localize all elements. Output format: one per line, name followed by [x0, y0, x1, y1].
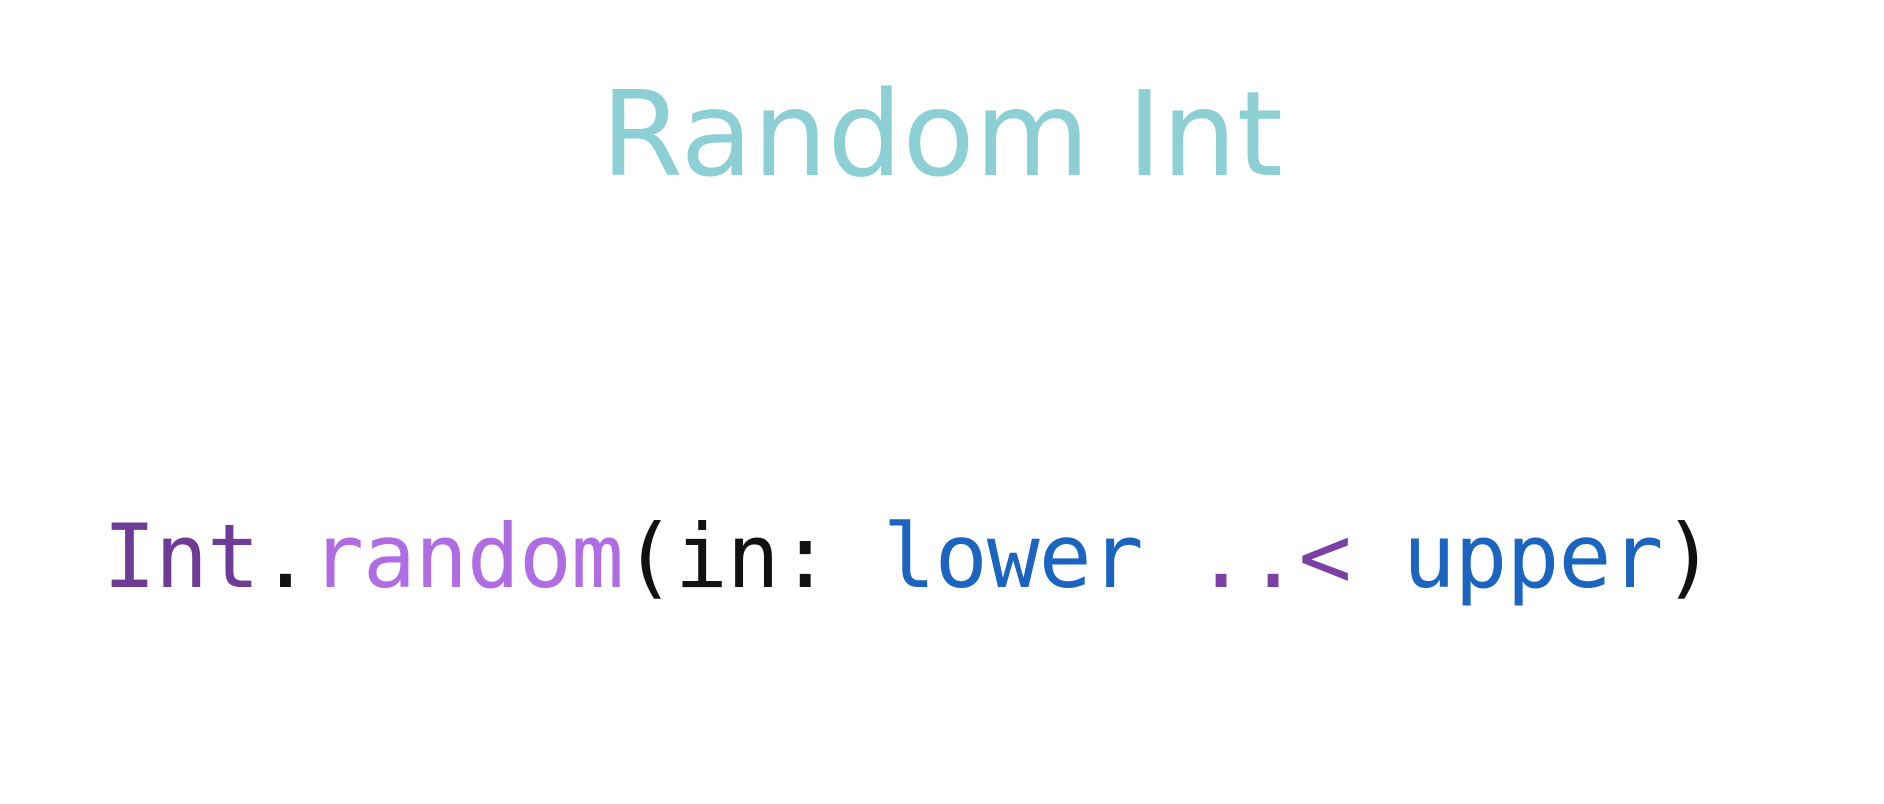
code-dot: .	[258, 505, 312, 608]
code-close-paren: )	[1662, 505, 1715, 608]
code-label-in: in	[674, 505, 780, 608]
code-open-paren: (	[622, 505, 676, 608]
code-colon: :	[778, 505, 883, 608]
slide-title: Random Int	[601, 65, 1283, 203]
code-variable-lower: lower	[882, 505, 1144, 608]
code-type-int: Int	[103, 505, 260, 608]
slide: Random Int Int.random(in: lower ..< uppe…	[0, 0, 1884, 804]
code-variable-upper: upper	[1402, 505, 1664, 608]
code-range-operator: ..<	[1194, 505, 1352, 608]
code-method-random: random	[310, 505, 624, 608]
code-snippet: Int.random(in: lower ..< upper)	[103, 502, 1715, 612]
